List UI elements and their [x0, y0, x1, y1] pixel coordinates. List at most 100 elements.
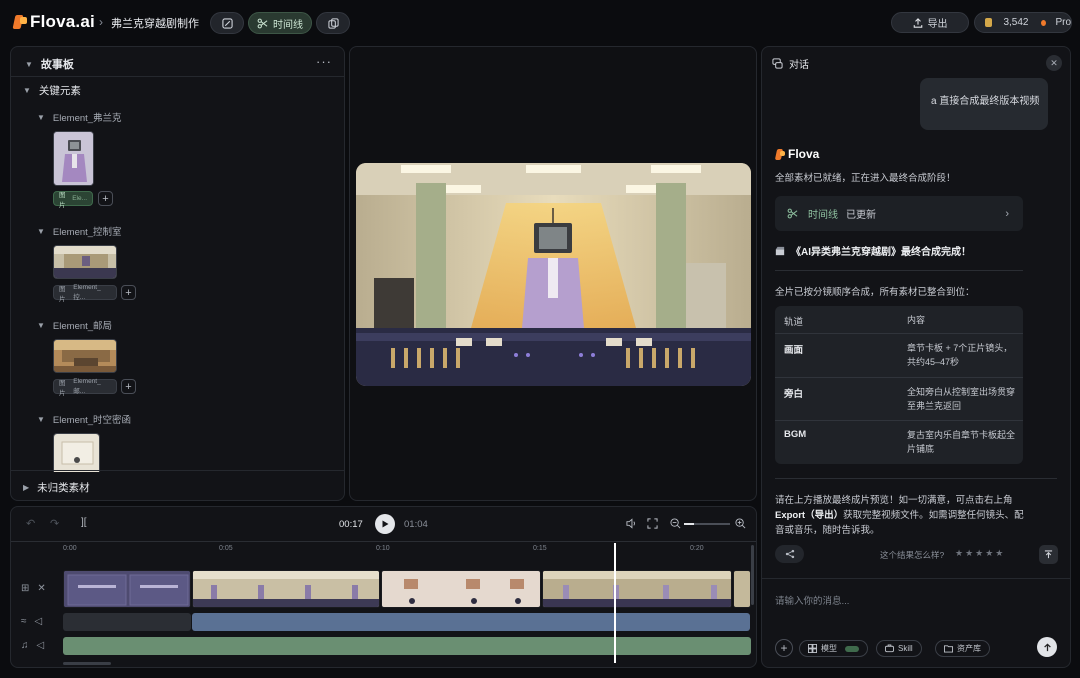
table-cell-content: 全知旁白从控制室出场贯穿至弗兰克返回 [907, 387, 1016, 411]
export-highlight: Export（导出） [775, 510, 844, 521]
project-title[interactable]: 弗兰克穿越剧制作 [111, 15, 199, 31]
model-indicator [845, 645, 859, 652]
attach-button[interactable]: + [775, 639, 793, 657]
close-icon[interactable]: ✕ [1046, 55, 1062, 71]
element-thumbnail-frank[interactable] [53, 131, 94, 186]
grid-icon [808, 644, 817, 653]
add-asset-button[interactable]: + [121, 379, 136, 394]
chat-bubble-icon [772, 58, 783, 69]
scroll-top-button[interactable] [1039, 545, 1058, 564]
asset-library-chip-label: 资产库 [957, 644, 981, 653]
export-button[interactable]: 导出 [891, 12, 969, 33]
summary-text: 全片已按分镜顺序合成，所有素材已整合到位： [775, 287, 975, 298]
undo-icon[interactable]: ↶ [26, 517, 35, 530]
split-icon[interactable]: ][ [81, 517, 87, 528]
key-elements-label: 关键元素 [38, 85, 81, 97]
chevron-down-icon: ▼ [37, 112, 45, 122]
key-elements-toggle[interactable]: ▼ 关键元素 [23, 83, 81, 98]
element-toggle-frank[interactable]: ▼ Element_弗兰克 [37, 110, 122, 125]
feedback-prompt: 这个结果怎么样? [880, 550, 945, 560]
assistant-brand: Flova [774, 147, 820, 161]
table-header-content: 内容 [907, 315, 926, 325]
timeline-toolbar: ↶ ↷ ][ 00:17 01:04 [11, 507, 756, 540]
volume-icon[interactable]: ◁ [35, 616, 43, 627]
control-room-clip-thumbnail [193, 571, 379, 607]
table-cell-track: 画面 [784, 345, 804, 356]
add-asset-button[interactable]: + [121, 285, 136, 300]
clip-control-room[interactable] [192, 570, 380, 608]
play-icon [382, 520, 389, 528]
table-header-track: 轨道 [784, 317, 804, 328]
volume-icon[interactable]: ◁ [37, 640, 45, 651]
chevron-down-icon: ▼ [37, 226, 45, 236]
skill-chip[interactable]: Skill [876, 640, 922, 657]
aspect-ratio-button[interactable] [210, 12, 244, 34]
add-asset-button[interactable]: + [98, 191, 113, 206]
clip-chapter-card[interactable] [63, 570, 191, 608]
zoom-in-icon[interactable] [735, 518, 746, 529]
timeline-panel: ↶ ↷ ][ 00:17 01:04 0:00 0:05 0:10 0:15 0… [10, 506, 757, 668]
completion-line: 《AI异类弗兰克穿越剧》最终合成完成！ [775, 243, 971, 258]
uncategorized-toggle[interactable]: ▶ 未归类素材 [23, 480, 90, 495]
share-button[interactable] [775, 545, 804, 563]
table-cell-track: 旁白 [784, 389, 804, 400]
storyboard-header: ▼ 故事板 ··· [11, 47, 344, 77]
chevron-down-icon: ▼ [23, 86, 31, 95]
redo-icon[interactable]: ↷ [50, 517, 59, 530]
video-player[interactable] [356, 163, 751, 386]
mute-video-icon[interactable]: ✕ [37, 583, 45, 594]
clip-control-room-return[interactable] [542, 570, 732, 608]
play-button[interactable] [375, 514, 395, 534]
zoom-slider[interactable] [684, 523, 730, 525]
message-input[interactable]: 请输入你的消息... [775, 593, 849, 607]
time-ruler[interactable]: 0:00 0:05 0:10 0:15 0:20 [63, 545, 753, 559]
chevron-down-icon: ▼ [37, 320, 45, 330]
add-track-icon[interactable]: ⊞ [21, 583, 29, 594]
element-toggle-post-office[interactable]: ▼ Element_邮局 [37, 318, 113, 333]
assistant-brand-name: Flova [788, 147, 820, 161]
element-thumbnail-time-letter[interactable] [53, 433, 100, 472]
send-button[interactable] [1037, 637, 1057, 657]
fullscreen-icon[interactable] [647, 518, 658, 529]
element-toggle-control-room[interactable]: ▼ Element_控制室 [37, 224, 122, 239]
chat-panel: 对话 ✕ a 直接合成最终版本视频 Flova 全部素材已就绪，正在进入最终合成… [761, 46, 1071, 668]
tick-label: 0:05 [219, 545, 233, 552]
rating-stars[interactable]: ★★★★★ [955, 548, 1005, 559]
waveform-icon: ≈ [21, 616, 27, 627]
storyboard-title-toggle[interactable]: ▼ 故事板 [25, 56, 74, 72]
credits-badge[interactable]: 3,542 Pro [974, 12, 1072, 33]
zoom-out-icon[interactable] [670, 518, 681, 529]
hands-clip-thumbnail [382, 571, 540, 607]
control-room-thumbnail-image [54, 246, 116, 278]
element-name: Element_邮局 [52, 321, 113, 332]
chat-title: 对话 [789, 60, 809, 71]
timeline-toggle-label: 时间线 [273, 19, 303, 31]
timeline-toggle-button[interactable]: 时间线 [248, 12, 312, 34]
table-row: BGM 复古室内乐自章节卡板起全片铺底 [775, 420, 1023, 464]
horizontal-scrollbar[interactable] [63, 662, 111, 665]
more-options-icon[interactable]: ··· [316, 54, 332, 69]
clip-hands-letter[interactable] [381, 570, 541, 608]
asset-library-chip[interactable]: 资产库 [935, 640, 990, 657]
pro-icon [1041, 19, 1047, 26]
timeline-card-label: 时间线 [808, 210, 838, 221]
skill-chip-label: Skill [898, 644, 913, 653]
element-thumbnail-post-office[interactable] [53, 339, 117, 373]
app-logo[interactable]: Flova.ai [12, 12, 95, 32]
element-thumbnail-control-room[interactable] [53, 245, 117, 279]
copy-button[interactable] [316, 12, 350, 34]
music-note-icon: ♫ [21, 640, 29, 651]
model-chip[interactable]: 模型 [799, 640, 868, 657]
bgm-clip[interactable] [63, 637, 751, 655]
volume-icon[interactable] [626, 518, 637, 529]
video-frame-image [356, 163, 751, 386]
chat-input-area: 请输入你的消息... + 模型 Skill 资产库 [762, 578, 1070, 668]
playhead[interactable] [614, 543, 616, 663]
total-time: 01:04 [404, 519, 428, 530]
vertical-scrollbar[interactable] [751, 545, 754, 605]
timeline-updated-card[interactable]: 时间线 已更新 › [775, 196, 1023, 231]
clip-tail[interactable] [733, 570, 751, 608]
table-cell-track: BGM [784, 429, 807, 440]
voiceover-clip[interactable] [192, 613, 750, 631]
element-toggle-time-letter[interactable]: ▼ Element_时空密函 [37, 412, 131, 427]
